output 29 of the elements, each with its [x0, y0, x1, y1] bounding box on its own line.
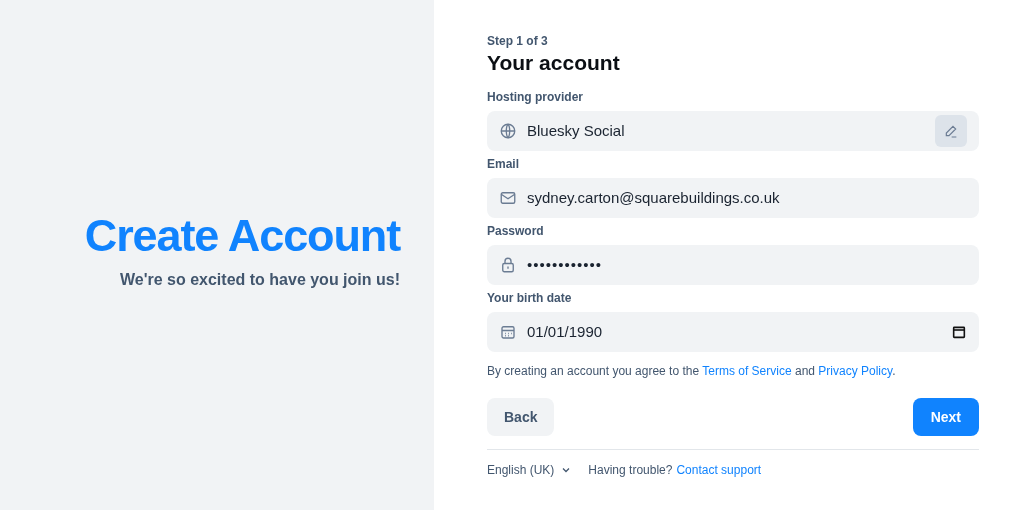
hero-title: Create Account — [84, 208, 400, 263]
edit-button[interactable] — [935, 115, 967, 148]
pencil-icon — [943, 123, 959, 140]
field-value: 01/01/1990 — [527, 322, 603, 342]
hero-subtitle: We're so excited to have you join us! — [119, 270, 400, 291]
field-label: Your birth date — [487, 290, 572, 308]
next-button[interactable]: Next — [912, 398, 979, 437]
field-label: Password — [487, 223, 544, 241]
field-label: Hosting provider — [487, 89, 583, 107]
language-selector[interactable]: English (UK) — [487, 461, 573, 480]
field-value: •••••••••••• — [527, 255, 603, 275]
password-field[interactable]: •••••••••••• — [487, 245, 979, 286]
email-field[interactable]: sydney.carton@squarebuildings.co.uk — [487, 178, 979, 219]
form-title: Your account — [487, 50, 620, 76]
field-value: sydney.carton@squarebuildings.co.uk — [527, 188, 780, 208]
calendar-picker-icon[interactable] — [951, 324, 967, 341]
field-value: Bluesky Social — [527, 121, 625, 141]
date-field[interactable]: 01/01/1990 — [487, 312, 979, 353]
trouble-text: Having trouble? — [588, 462, 673, 480]
calendar-icon — [499, 323, 517, 342]
field-label: Email — [487, 156, 519, 174]
agreement-text: By creating an account you agree to the Terms of Service and Privacy Policy. — [487, 363, 897, 381]
terms-link[interactable]: Terms of Service — [702, 364, 792, 379]
back-button[interactable]: Back — [487, 398, 555, 437]
step-indicator: Step 1 of 3 — [487, 33, 548, 50]
globe-icon — [499, 122, 517, 141]
provider-field[interactable]: Bluesky Social — [487, 111, 979, 152]
contact-support-link[interactable]: Contact support — [676, 461, 762, 480]
lock-icon — [499, 256, 517, 275]
